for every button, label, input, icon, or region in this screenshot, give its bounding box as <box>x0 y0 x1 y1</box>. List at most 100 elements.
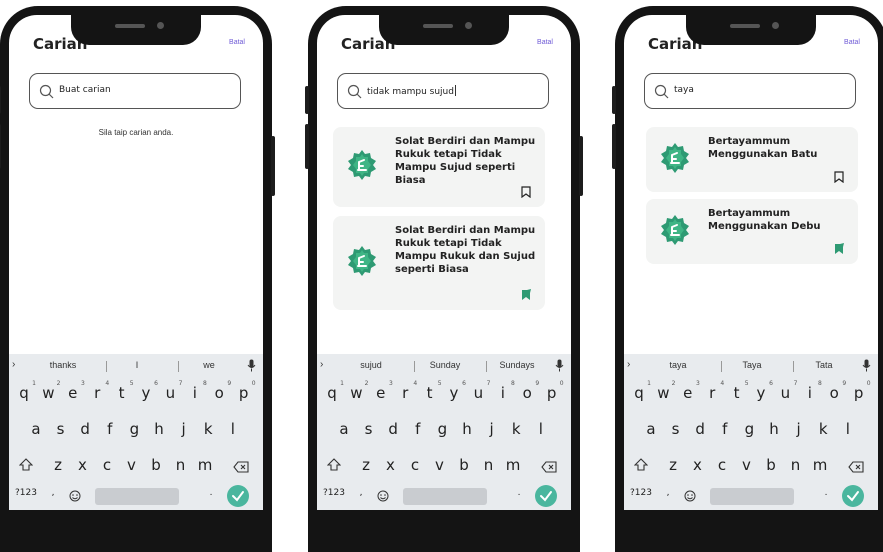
suggestion-word[interactable]: thanks <box>35 360 91 370</box>
bookmark-filled-icon[interactable] <box>834 242 844 254</box>
cancel-button[interactable]: Batal <box>537 39 553 46</box>
period-key[interactable]: . <box>513 488 525 498</box>
key-i[interactable]: i8 <box>494 380 515 402</box>
emoji-icon[interactable] <box>69 488 81 506</box>
key-q[interactable]: q1 <box>323 380 344 402</box>
key-e[interactable]: e3 <box>372 380 393 402</box>
key-b[interactable]: b <box>455 456 473 474</box>
key-z[interactable]: z <box>357 456 375 474</box>
key-d[interactable]: d <box>76 420 94 438</box>
symbols-key[interactable]: ?123 <box>628 488 654 498</box>
key-f[interactable]: f <box>101 420 119 438</box>
key-k[interactable]: k <box>199 420 217 438</box>
microphone-icon[interactable] <box>862 359 871 372</box>
result-card[interactable]: Bertayammum Menggunakan Batu <box>646 127 858 192</box>
shift-icon[interactable] <box>633 458 649 476</box>
key-k[interactable]: k <box>814 420 832 438</box>
enter-button[interactable] <box>842 485 864 507</box>
key-w[interactable]: w2 <box>347 380 368 402</box>
chevron-right-icon[interactable]: › <box>320 359 323 370</box>
key-n[interactable]: n <box>787 456 805 474</box>
key-h[interactable]: h <box>458 420 476 438</box>
key-a[interactable]: a <box>27 420 45 438</box>
key-l[interactable]: l <box>532 420 550 438</box>
key-v[interactable]: v <box>431 456 449 474</box>
space-bar[interactable] <box>95 488 179 505</box>
key-y[interactable]: y6 <box>445 380 466 402</box>
backspace-icon[interactable] <box>848 459 864 477</box>
suggestion-word[interactable]: taya <box>650 360 706 370</box>
key-c[interactable]: c <box>713 456 731 474</box>
result-card[interactable]: Solat Berdiri dan Mampu Rukuk tetapi Tid… <box>333 127 545 207</box>
key-z[interactable]: z <box>49 456 67 474</box>
key-l[interactable]: l <box>224 420 242 438</box>
space-bar[interactable] <box>710 488 794 505</box>
backspace-icon[interactable] <box>233 459 249 477</box>
key-k[interactable]: k <box>507 420 525 438</box>
key-v[interactable]: v <box>123 456 141 474</box>
key-m[interactable]: m <box>504 456 522 474</box>
cancel-button[interactable]: Batal <box>229 39 245 46</box>
key-h[interactable]: h <box>765 420 783 438</box>
microphone-icon[interactable] <box>555 359 564 372</box>
key-r[interactable]: r4 <box>396 380 417 402</box>
bookmark-filled-icon[interactable] <box>521 288 531 300</box>
key-x[interactable]: x <box>382 456 400 474</box>
enter-button[interactable] <box>227 485 249 507</box>
key-g[interactable]: g <box>433 420 451 438</box>
key-m[interactable]: m <box>196 456 214 474</box>
enter-button[interactable] <box>535 485 557 507</box>
key-r[interactable]: r4 <box>88 380 109 402</box>
key-r[interactable]: r4 <box>703 380 724 402</box>
cancel-button[interactable]: Batal <box>844 39 860 46</box>
emoji-icon[interactable] <box>377 488 389 506</box>
key-c[interactable]: c <box>98 456 116 474</box>
key-e[interactable]: e3 <box>64 380 85 402</box>
key-n[interactable]: n <box>480 456 498 474</box>
key-q[interactable]: q1 <box>630 380 651 402</box>
result-card[interactable]: Bertayammum Menggunakan Debu <box>646 199 858 264</box>
key-d[interactable]: d <box>384 420 402 438</box>
shift-icon[interactable] <box>326 458 342 476</box>
bookmark-icon[interactable] <box>521 185 531 199</box>
shift-icon[interactable] <box>18 458 34 476</box>
key-j[interactable]: j <box>483 420 501 438</box>
key-q[interactable]: q1 <box>15 380 36 402</box>
key-y[interactable]: y6 <box>752 380 773 402</box>
key-n[interactable]: n <box>172 456 190 474</box>
key-u[interactable]: u7 <box>469 380 491 402</box>
search-input[interactable]: taya <box>644 73 856 109</box>
key-t[interactable]: t5 <box>421 380 442 402</box>
suggestion-word[interactable]: Sunday <box>417 360 473 370</box>
search-input[interactable]: tidak mampu sujud <box>337 73 549 109</box>
key-v[interactable]: v <box>738 456 756 474</box>
key-j[interactable]: j <box>790 420 808 438</box>
suggestion-word[interactable]: sujud <box>343 360 399 370</box>
emoji-icon[interactable] <box>684 488 696 506</box>
suggestion-word[interactable]: we <box>181 360 237 370</box>
search-input[interactable]: Buat carian <box>29 73 241 109</box>
result-card[interactable]: Solat Berdiri dan Mampu Rukuk tetapi Tid… <box>333 216 545 310</box>
key-l[interactable]: l <box>839 420 857 438</box>
key-w[interactable]: w2 <box>654 380 675 402</box>
key-h[interactable]: h <box>150 420 168 438</box>
key-x[interactable]: x <box>74 456 92 474</box>
key-b[interactable]: b <box>762 456 780 474</box>
key-o[interactable]: o9 <box>210 380 232 402</box>
comma-key[interactable]: , <box>355 488 367 498</box>
key-g[interactable]: g <box>125 420 143 438</box>
comma-key[interactable]: , <box>47 488 59 498</box>
key-u[interactable]: u7 <box>776 380 798 402</box>
key-f[interactable]: f <box>716 420 734 438</box>
key-c[interactable]: c <box>406 456 424 474</box>
symbols-key[interactable]: ?123 <box>321 488 347 498</box>
key-y[interactable]: y6 <box>137 380 158 402</box>
key-f[interactable]: f <box>409 420 427 438</box>
backspace-icon[interactable] <box>541 459 557 477</box>
key-s[interactable]: s <box>360 420 378 438</box>
key-g[interactable]: g <box>740 420 758 438</box>
key-i[interactable]: i8 <box>801 380 822 402</box>
key-p[interactable]: p0 <box>543 380 564 402</box>
key-u[interactable]: u7 <box>161 380 183 402</box>
key-s[interactable]: s <box>667 420 685 438</box>
